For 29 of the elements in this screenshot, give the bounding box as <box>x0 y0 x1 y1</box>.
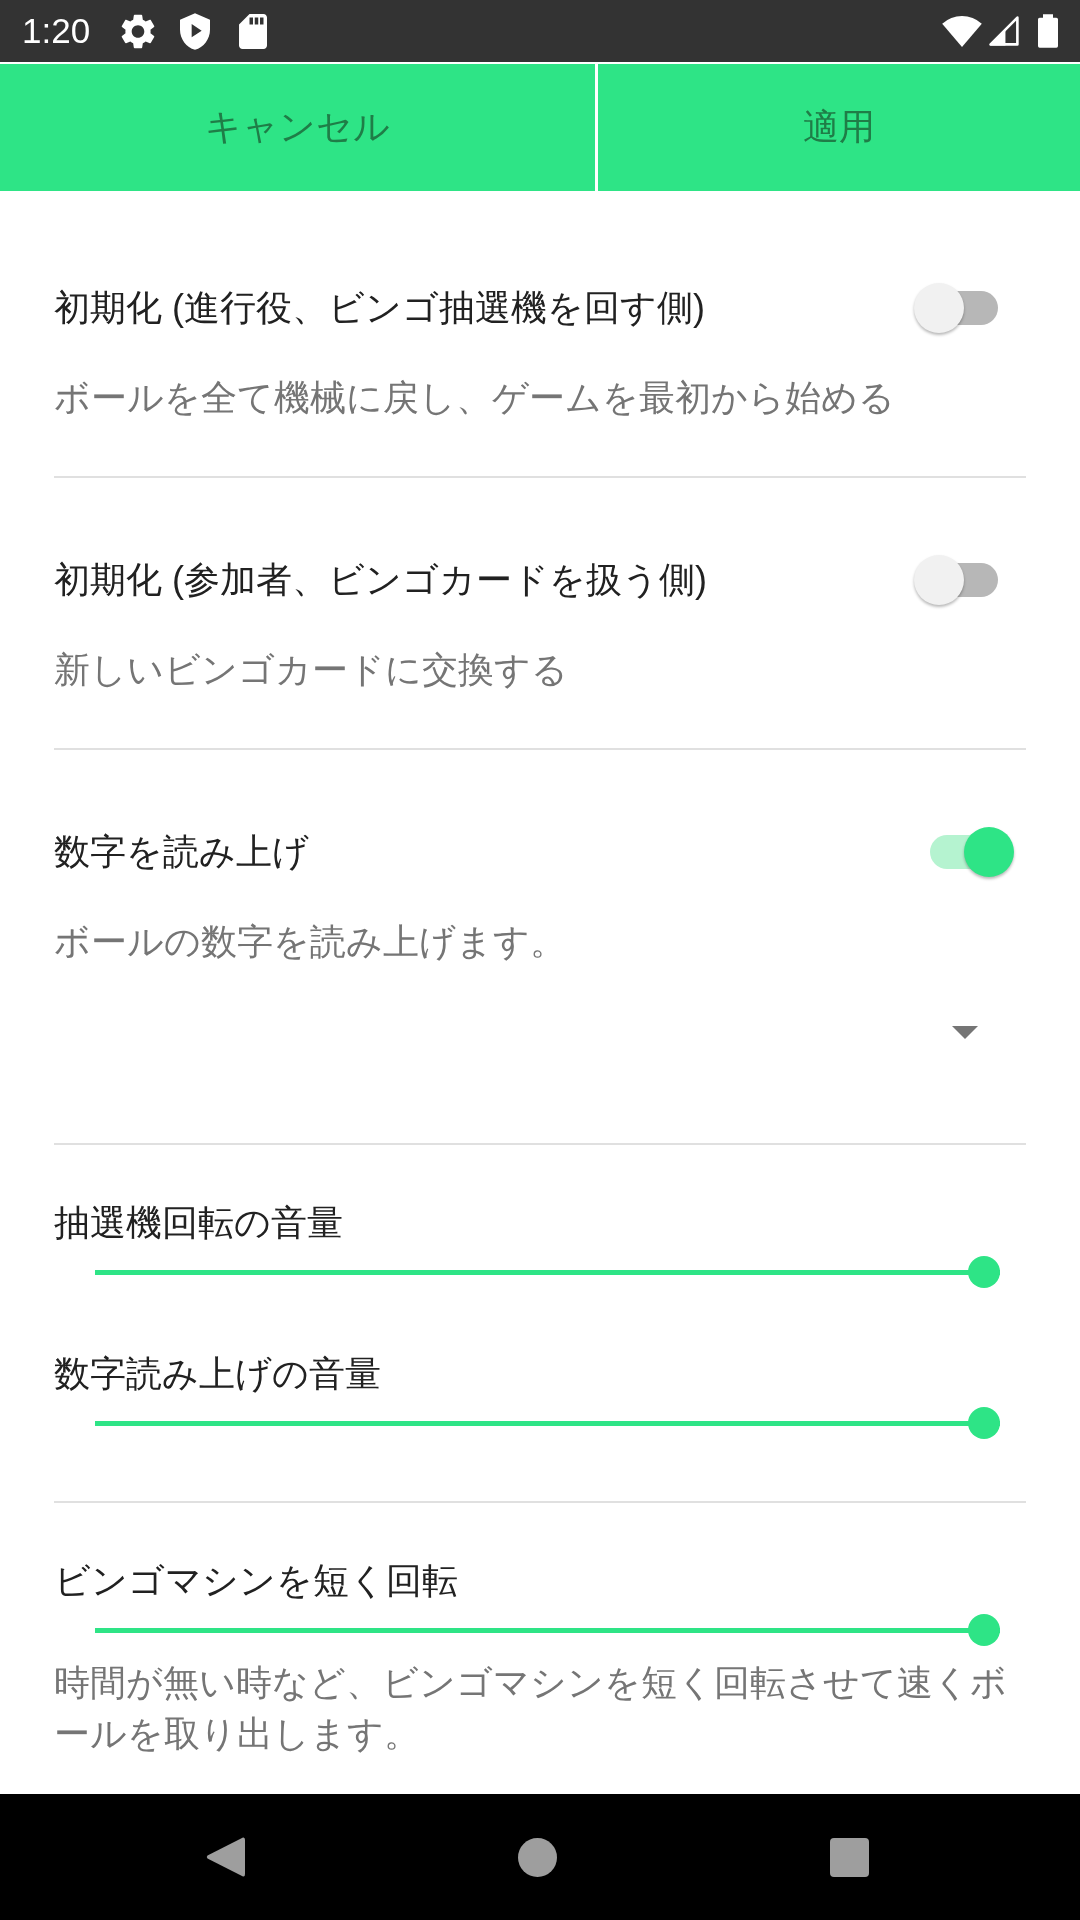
preference-title: 数字を読み上げ <box>54 830 309 874</box>
slider-thumb[interactable] <box>968 1614 1000 1646</box>
apply-button[interactable]: 適用 <box>598 64 1080 191</box>
slider-track[interactable] <box>95 1614 1000 1646</box>
preference-summary: ボールの数字を読み上げます。 <box>54 920 567 964</box>
shield-play-icon <box>180 12 211 50</box>
wifi-icon <box>942 15 982 47</box>
slider-thumb[interactable] <box>968 1407 1000 1439</box>
settings-icon <box>121 13 156 49</box>
home-icon[interactable] <box>518 1837 557 1877</box>
preference-title: 初期化 (参加者、ビンゴカードを扱う側) <box>54 558 707 602</box>
dropdown-caret-icon[interactable] <box>952 1025 978 1039</box>
sd-card-icon <box>239 13 268 49</box>
back-icon[interactable] <box>206 1837 245 1877</box>
recents-icon[interactable] <box>830 1837 869 1877</box>
preference-summary: ボールを全て機械に戻し、ゲームを最初から始める <box>54 376 896 420</box>
status-time: 1:20 <box>22 11 91 51</box>
slider-thumb[interactable] <box>968 1256 1000 1288</box>
slider-label: ビンゴマシンを短く回転 <box>54 1559 459 1603</box>
slider-label: 抽選機回転の音量 <box>54 1201 344 1245</box>
preference-summary: 新しいビンゴカードに交換する <box>54 648 569 692</box>
cancel-button[interactable]: キャンセル <box>0 64 595 191</box>
slider-label: 数字読み上げの音量 <box>54 1352 382 1396</box>
signal-icon <box>988 15 1020 47</box>
slider-track[interactable] <box>95 1407 1000 1439</box>
preference-summary: 時間が無い時など、ビンゴマシンを短く回転させて速くボールを取り出します。 <box>54 1661 1008 1756</box>
slider-track[interactable] <box>95 1256 1000 1288</box>
preference-title: 初期化 (進行役、ビンゴ抽選機を回す側) <box>54 286 705 330</box>
battery-icon <box>1038 12 1058 50</box>
